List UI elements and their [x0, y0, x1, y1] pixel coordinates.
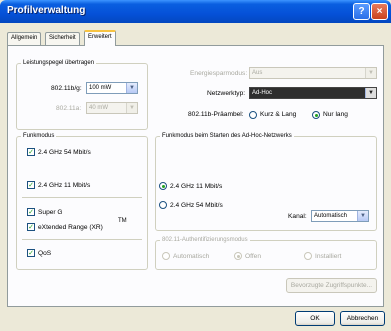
- xr-checkbox[interactable]: ✓: [27, 223, 35, 231]
- network-type-label: Netzwerktyp:: [207, 90, 246, 97]
- channel-label: Kanal:: [288, 213, 307, 220]
- window-title: Profilverwaltung: [7, 5, 86, 16]
- power-b-value: 100 mW: [89, 85, 112, 91]
- auth-open-radio[interactable]: [234, 252, 242, 260]
- preamble-short-label: Kurz & Lang: [260, 111, 297, 118]
- tab-general[interactable]: Allgemein: [7, 32, 42, 45]
- transmit-power-group: Leistungspegel übertragen: [16, 60, 148, 130]
- xr-label: eXtended Range (XR): [38, 224, 103, 231]
- auth-shared-radio[interactable]: [304, 252, 312, 260]
- transmit-power-legend: Leistungspegel übertragen: [23, 60, 95, 66]
- energy-value: Aus: [252, 70, 263, 76]
- network-type-value: Ad-Hoc: [252, 90, 273, 96]
- divider: [22, 239, 142, 240]
- preamble-long-radio[interactable]: [312, 111, 320, 119]
- network-type-select[interactable]: Ad-Hoc ▼: [249, 87, 377, 99]
- power-a-label: 802.11a:: [56, 105, 82, 112]
- mode-11-label: 2.4 GHz 11 Mbit/s: [38, 182, 91, 189]
- channel-value: Automatisch: [314, 213, 348, 219]
- preamble-long-label: Nur lang: [323, 111, 348, 118]
- auth-auto-label: Automatisch: [173, 253, 210, 260]
- tab-security[interactable]: Sicherheit: [45, 32, 80, 45]
- close-button[interactable]: ×: [371, 3, 388, 20]
- cancel-button[interactable]: Abbrechen: [340, 311, 385, 326]
- power-a-select[interactable]: 40 mW ▼: [86, 102, 138, 114]
- chevron-down-icon: ▼: [126, 103, 137, 113]
- adhoc-54-label: 2.4 GHz 54 Mbit/s: [170, 202, 223, 209]
- channel-select[interactable]: Automatisch ▼: [311, 210, 369, 222]
- chevron-down-icon: ▼: [365, 68, 376, 78]
- qos-checkbox[interactable]: ✓: [27, 249, 35, 257]
- auth-open-label: Offen: [245, 253, 262, 260]
- energy-label: Energiesparmodus:: [190, 70, 248, 77]
- mode-54-checkbox[interactable]: ✓: [27, 148, 35, 156]
- chevron-down-icon: ▼: [365, 88, 376, 98]
- tab-panel-advanced: Leistungspegel übertragen 802.11b/g: 100…: [7, 45, 384, 307]
- preferred-ap-button[interactable]: Bevorzugte Zugriffspunkte...: [286, 278, 377, 293]
- help-button[interactable]: ?: [353, 3, 370, 20]
- super-g-checkbox[interactable]: ✓: [27, 208, 35, 216]
- adhoc-11-label: 2.4 GHz 11 Mbit/s: [170, 183, 223, 190]
- mode-54-label: 2.4 GHz 54 Mbit/s: [38, 149, 91, 156]
- super-g-label: Super G: [38, 209, 63, 216]
- qos-label: QoS: [38, 250, 52, 257]
- chevron-down-icon: ▼: [126, 83, 137, 93]
- trademark-mark: TM: [118, 218, 127, 224]
- wireless-mode-legend: Funkmodus: [23, 133, 55, 139]
- adhoc-mode-legend: Funkmodus beim Starten des Ad-Hoc-Netzwe…: [162, 133, 292, 139]
- tab-advanced[interactable]: Erweitert: [84, 30, 116, 46]
- adhoc-11-radio[interactable]: [159, 182, 167, 190]
- power-b-select[interactable]: 100 mW ▼: [86, 82, 138, 94]
- preamble-label: 802.11b-Präambel:: [188, 111, 244, 118]
- title-bar[interactable]: Profilverwaltung ? ×: [0, 0, 391, 23]
- auth-auto-radio[interactable]: [162, 252, 170, 260]
- auth-shared-label: Installiert: [315, 253, 342, 260]
- auth-mode-legend: 802.11-Authentifizierungsmodus: [162, 237, 248, 243]
- mode-11-checkbox[interactable]: ✓: [27, 181, 35, 189]
- ok-button[interactable]: OK: [295, 311, 335, 326]
- adhoc-54-radio[interactable]: [159, 201, 167, 209]
- energy-select[interactable]: Aus ▼: [249, 67, 377, 79]
- power-a-value: 40 mW: [89, 105, 109, 111]
- chevron-down-icon: ▼: [357, 211, 368, 221]
- power-b-label: 802.11b/g:: [51, 85, 82, 92]
- divider: [22, 197, 142, 198]
- preamble-short-radio[interactable]: [249, 111, 257, 119]
